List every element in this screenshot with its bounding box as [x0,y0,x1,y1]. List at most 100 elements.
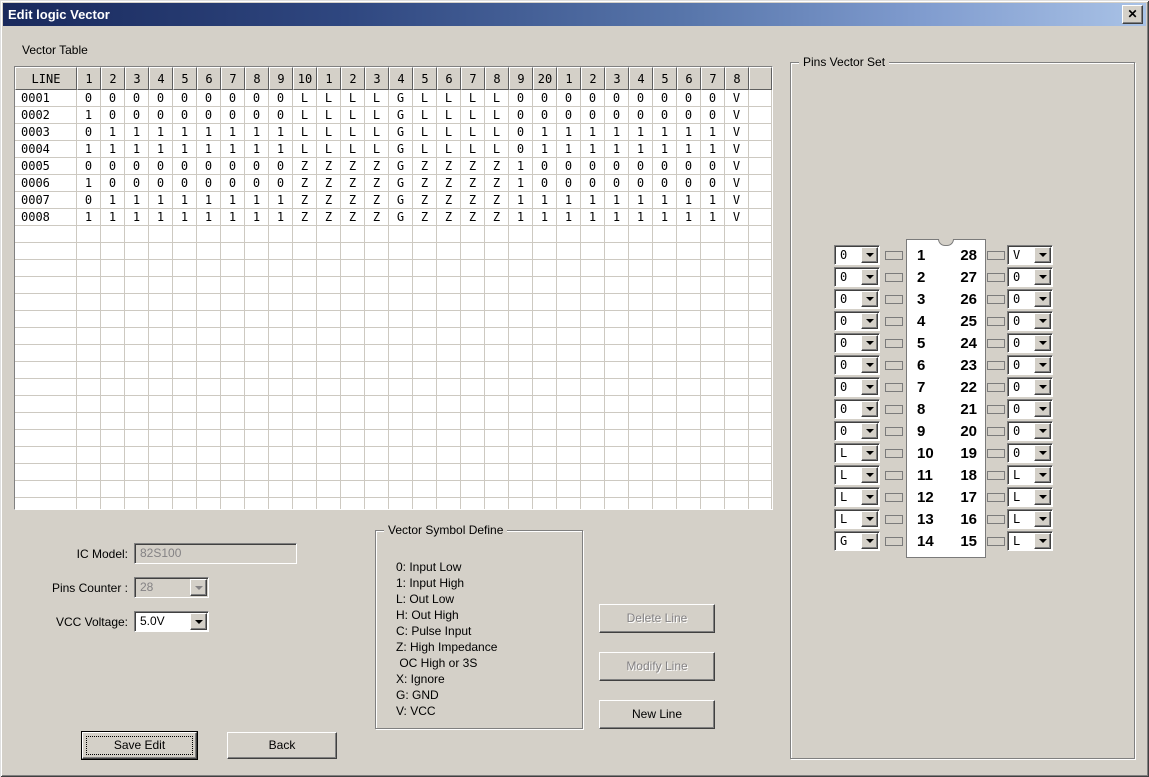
table-cell: Z [413,175,437,192]
pin-6-combobox[interactable]: 0 [834,355,880,375]
close-button[interactable]: ✕ [1122,5,1143,24]
table-row[interactable]: 0006100000000ZZZZGZZZZ100000000V [15,175,772,192]
table-cell: 1 [149,209,173,226]
dropdown-arrow-button[interactable] [861,401,878,417]
dropdown-arrow-button[interactable] [861,247,878,263]
pin-24-combobox[interactable]: 0 [1007,333,1053,353]
table-cell: 0 [605,90,629,107]
dropdown-arrow-button[interactable] [1034,335,1051,351]
pin-23-combobox[interactable]: 0 [1007,355,1053,375]
table-cell: L [293,141,317,158]
pins-counter-combobox[interactable]: 28 [134,577,209,598]
pin-14-combobox[interactable]: G [834,531,880,551]
dropdown-arrow-button[interactable] [861,291,878,307]
dropdown-arrow-button[interactable] [1034,247,1051,263]
pin-13-combobox[interactable]: L [834,509,880,529]
table-cell [605,430,629,447]
pin-21-combobox[interactable]: 0 [1007,399,1053,419]
table-cell [461,294,485,311]
pin-number: 4 [917,311,925,333]
column-header: LINE [15,67,77,90]
pin-1-combobox[interactable]: 0 [834,245,880,265]
table-cell [557,413,581,430]
dropdown-arrow-button[interactable] [861,379,878,395]
pin-18-combobox[interactable]: L [1007,465,1053,485]
dropdown-arrow-button[interactable] [1034,269,1051,285]
dropdown-arrow-button[interactable] [1034,445,1051,461]
pin-3-combobox[interactable]: 0 [834,289,880,309]
modify-line-button[interactable]: Modify Line [599,652,715,681]
table-cell: 1 [245,209,269,226]
dropdown-arrow-button[interactable] [861,489,878,505]
table-row[interactable]: 0002100000000LLLLGLLLL000000000V [15,107,772,124]
table-cell [629,294,653,311]
table-cell [581,396,605,413]
title-bar[interactable]: Edit logic Vector ✕ [3,3,1146,26]
table-row[interactable]: 0005000000000ZZZZGZZZZ100000000V [15,158,772,175]
pin-26-combobox[interactable]: 0 [1007,289,1053,309]
table-row[interactable]: 0004111111111LLLLGLLLL011111111V [15,141,772,158]
dropdown-arrow-button[interactable] [1034,423,1051,439]
pin-8-combobox[interactable]: 0 [834,399,880,419]
dropdown-arrow-button[interactable] [861,357,878,373]
pin-11-combobox[interactable]: L [834,465,880,485]
pin-5-combobox[interactable]: 0 [834,333,880,353]
dropdown-arrow-button[interactable] [1034,291,1051,307]
table-row[interactable]: 0008111111111ZZZZGZZZZ111111111V [15,209,772,226]
pin-17-combobox[interactable]: L [1007,487,1053,507]
table-row[interactable]: 0003011111111LLLLGLLLL011111111V [15,124,772,141]
pin-number: 5 [917,333,925,355]
dropdown-arrow-button[interactable] [1034,467,1051,483]
pin-19-combobox[interactable]: 0 [1007,443,1053,463]
table-cell: 0 [629,158,653,175]
dropdown-arrow-button[interactable] [861,423,878,439]
pin-4-combobox[interactable]: 0 [834,311,880,331]
save-edit-button[interactable]: Save Edit [82,732,197,759]
pin-28-combobox[interactable]: V [1007,245,1053,265]
dropdown-arrow-button[interactable] [861,467,878,483]
table-row[interactable]: 0007011111111ZZZZGZZZZ111111111V [15,192,772,209]
dropdown-arrow-button[interactable] [1034,511,1051,527]
ic-model-field[interactable]: 82S100 [134,543,297,564]
dropdown-arrow-button[interactable] [1034,313,1051,329]
pin-stub [885,493,903,502]
table-cell: Z [293,175,317,192]
dropdown-arrow-button[interactable] [190,613,207,630]
dropdown-arrow-button[interactable] [1034,533,1051,549]
dropdown-arrow-button[interactable] [1034,489,1051,505]
delete-line-button[interactable]: Delete Line [599,604,715,633]
dropdown-arrow-button[interactable] [1034,379,1051,395]
pin-22-combobox[interactable]: 0 [1007,377,1053,397]
pin-25-combobox[interactable]: 0 [1007,311,1053,331]
dropdown-arrow-button[interactable] [861,445,878,461]
table-cell [437,498,461,510]
dropdown-arrow-button[interactable] [861,269,878,285]
pin-12-combobox[interactable]: L [834,487,880,507]
table-cell: 0 [581,158,605,175]
table-cell: L [365,124,389,141]
pin-9-combobox[interactable]: 0 [834,421,880,441]
pin-16-combobox[interactable]: L [1007,509,1053,529]
vcc-voltage-combobox[interactable]: 5.0V [134,611,209,632]
table-cell: Z [413,158,437,175]
table-cell [341,498,365,510]
back-button[interactable]: Back [227,732,337,759]
dropdown-arrow-button[interactable] [861,533,878,549]
dropdown-arrow-button[interactable] [861,511,878,527]
table-cell [677,260,701,277]
pin-2-combobox[interactable]: 0 [834,267,880,287]
dropdown-arrow-button[interactable] [1034,357,1051,373]
pin-20-combobox[interactable]: 0 [1007,421,1053,441]
empty-table-row [15,447,772,464]
pin-27-combobox[interactable]: 0 [1007,267,1053,287]
pin-10-combobox[interactable]: L [834,443,880,463]
pin-state-value: 0 [840,380,847,394]
new-line-button[interactable]: New Line [599,700,715,729]
table-row[interactable]: 0001000000000LLLLGLLLL000000000V [15,90,772,107]
dropdown-arrow-button[interactable] [861,335,878,351]
dropdown-arrow-button[interactable] [190,579,207,596]
dropdown-arrow-button[interactable] [861,313,878,329]
pin-15-combobox[interactable]: L [1007,531,1053,551]
pin-7-combobox[interactable]: 0 [834,377,880,397]
dropdown-arrow-button[interactable] [1034,401,1051,417]
